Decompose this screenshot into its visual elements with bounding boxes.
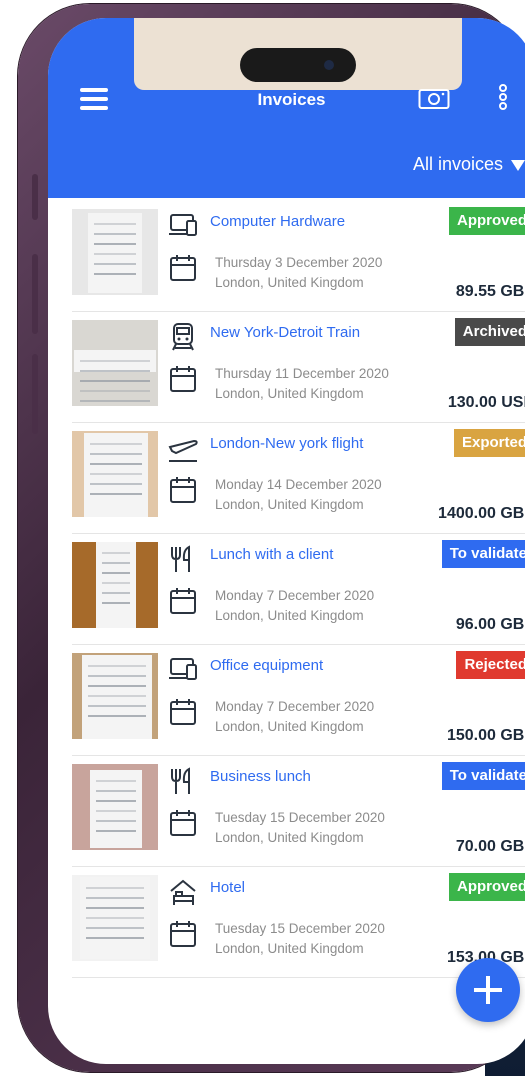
invoice-date: Thursday 3 December 2020 <box>215 255 383 270</box>
invoice-date: Monday 14 December 2020 <box>215 477 382 492</box>
receipt-thumbnail[interactable] <box>72 875 158 961</box>
invoice-amount: 150.00 GBP <box>446 727 525 744</box>
receipt-thumbnail[interactable] <box>72 653 158 739</box>
status-badge: Archived <box>454 318 525 346</box>
invoice-row[interactable]: Lunch with a client To validate Monday 7 D… <box>72 534 525 645</box>
receipt-thumbnail[interactable] <box>72 320 158 406</box>
status-badge: Approved <box>448 873 525 901</box>
invoice-amount: 96.00 GBP <box>455 616 525 633</box>
invoice-name: Hotel <box>210 879 246 896</box>
laptop-icon <box>168 655 198 685</box>
invoice-location: London, United Kingdom <box>215 275 364 290</box>
calendar-icon <box>168 586 198 616</box>
volume-up-button <box>32 254 38 334</box>
invoice-location: London, United Kingdom <box>215 941 364 956</box>
camera-icon[interactable] <box>418 86 450 110</box>
invoice-row[interactable]: London-New york flight Exported Monday 14 … <box>72 423 525 534</box>
invoice-location: London, United Kingdom <box>215 497 364 512</box>
fork-knife-icon <box>168 544 198 574</box>
bed-icon <box>168 877 198 907</box>
side-button <box>32 174 38 220</box>
invoice-amount: 1400.00 GBP <box>438 505 525 522</box>
calendar-icon <box>168 919 198 949</box>
laptop-icon <box>168 211 198 241</box>
invoice-name: Business lunch <box>210 768 311 785</box>
invoice-row[interactable]: Business lunch To validate Tuesday 15 Dece… <box>72 756 525 867</box>
invoice-name: Computer Hardware <box>210 213 346 230</box>
status-badge: Approved <box>448 207 525 235</box>
volume-down-button <box>32 354 38 434</box>
app-screen: Invoices All invoices Computer Hardware A… <box>48 18 525 1064</box>
calendar-icon <box>168 697 198 727</box>
app-header: Invoices All invoices <box>48 18 525 198</box>
status-badge: To validate <box>441 762 525 790</box>
invoice-amount: 89.55 GBP <box>455 283 525 300</box>
invoice-location: London, United Kingdom <box>215 386 364 401</box>
status-badge: To validate <box>441 540 525 568</box>
receipt-thumbnail[interactable] <box>72 542 158 628</box>
invoice-row[interactable]: Computer Hardware Approved Thursday 3 Dece… <box>72 201 525 312</box>
receipt-thumbnail[interactable] <box>72 209 158 295</box>
chevron-down-icon <box>511 159 525 171</box>
invoice-amount: 70.00 GBP <box>455 838 525 855</box>
status-bar-panel <box>134 18 462 90</box>
invoice-name: New York-Detroit Train <box>210 324 361 341</box>
invoice-location: London, United Kingdom <box>215 608 364 623</box>
invoice-date: Tuesday 15 December 2020 <box>215 810 385 825</box>
invoice-row[interactable]: Hotel Approved Tuesday 15 December 2020 Lon… <box>72 867 525 978</box>
phone-frame: Invoices All invoices Computer Hardware A… <box>18 4 525 1072</box>
invoice-amount: 130.00 USD <box>447 394 525 411</box>
invoice-location: London, United Kingdom <box>215 830 364 845</box>
fork-knife-icon <box>168 766 198 796</box>
invoice-name: London-New york flight <box>210 435 364 452</box>
more-vertical-icon[interactable] <box>499 84 509 114</box>
receipt-thumbnail[interactable] <box>72 764 158 850</box>
invoice-row[interactable]: New York-Detroit Train Archived Thursday 1… <box>72 312 525 423</box>
filter-label: All invoices <box>412 154 503 174</box>
calendar-icon <box>168 253 198 283</box>
filter-dropdown[interactable]: All invoices <box>413 154 525 175</box>
invoice-date: Monday 7 December 2020 <box>215 699 375 714</box>
status-badge: Exported <box>453 429 525 457</box>
invoice-name: Office equipment <box>210 657 324 674</box>
calendar-icon <box>168 364 198 394</box>
plane-icon <box>168 433 198 463</box>
status-badge: Rejected <box>456 651 525 679</box>
invoice-date: Thursday 11 December 2020 <box>215 366 389 381</box>
train-icon <box>168 322 198 352</box>
add-invoice-button[interactable] <box>456 958 520 1022</box>
invoice-row[interactable]: Office equipment Rejected Monday 7 Decembe… <box>72 645 525 756</box>
page-title: Invoices <box>257 90 326 109</box>
invoice-date: Tuesday 15 December 2020 <box>215 921 385 936</box>
dynamic-island <box>240 48 356 82</box>
invoice-name: Lunch with a client <box>210 546 334 563</box>
calendar-icon <box>168 475 198 505</box>
invoice-date: Monday 7 December 2020 <box>215 588 375 603</box>
receipt-thumbnail[interactable] <box>72 431 158 517</box>
invoice-location: London, United Kingdom <box>215 719 364 734</box>
calendar-icon <box>168 808 198 838</box>
